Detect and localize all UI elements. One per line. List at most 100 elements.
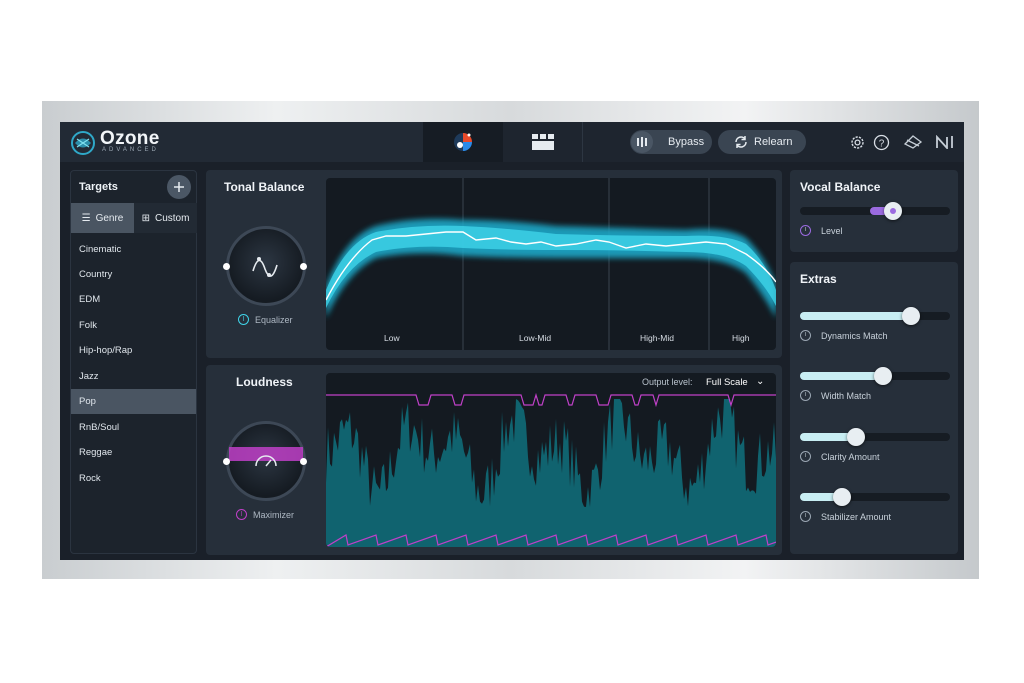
- targets-panel: Targets ☰ Genre ⊞ Custom Cinematic Count…: [70, 170, 197, 554]
- extras-slider-label: Width Match: [821, 390, 872, 401]
- vocal-level-label: Level: [821, 225, 843, 236]
- izotope-logo-icon: [903, 132, 923, 152]
- loudness-panel: Loudness ⏽ Maximizer Output level: Full …: [206, 365, 782, 555]
- waveform-svg: [326, 392, 776, 547]
- genre-label: Reggae: [79, 447, 113, 458]
- genre-item-folk[interactable]: Folk: [71, 313, 196, 338]
- maximizer-knob[interactable]: [226, 421, 306, 501]
- svg-text:?: ?: [878, 138, 884, 149]
- extras-slider-label: Stabilizer Amount: [821, 511, 892, 522]
- output-level-value[interactable]: Full Scale: [706, 377, 748, 388]
- vocal-level-toggle[interactable]: ⏽ Level: [800, 225, 843, 236]
- tab-genre-label: Genre: [95, 212, 124, 224]
- tab-genre[interactable]: ☰ Genre: [71, 203, 134, 233]
- assistant-tab[interactable]: [423, 122, 503, 162]
- relearn-label: Relearn: [754, 136, 793, 148]
- native-instruments-logo-icon: [934, 132, 958, 152]
- extras-slider-width-match[interactable]: [800, 367, 950, 385]
- extras-toggle-width-match[interactable]: ⏽ Width Match: [800, 390, 871, 401]
- slider-thumb[interactable]: [873, 367, 892, 385]
- modules-tab[interactable]: [503, 122, 583, 162]
- extras-panel: Extras ⏽ Dynamics Match ⏽ Width Match ⏽ Clari…: [790, 262, 958, 554]
- assistant-icon: [454, 133, 472, 151]
- gear-icon[interactable]: [847, 132, 867, 152]
- equalizer-toggle[interactable]: ⏽ Equalizer: [238, 314, 293, 325]
- bypass-icon: [631, 131, 653, 153]
- extras-toggle-clarity-amount[interactable]: ⏽ Clarity Amount: [800, 451, 880, 462]
- genre-item-edm[interactable]: EDM: [71, 287, 196, 312]
- power-icon: ⏽: [800, 225, 811, 236]
- genre-label: RnB/Soul: [79, 422, 120, 433]
- genre-item-country[interactable]: Country: [71, 262, 196, 287]
- extras-slider-clarity-amount[interactable]: [800, 428, 950, 446]
- tab-custom[interactable]: ⊞ Custom: [134, 203, 197, 233]
- knob-left-dot: [223, 263, 230, 270]
- power-icon: ⏽: [800, 330, 811, 341]
- slider-thumb[interactable]: [884, 202, 902, 220]
- tonal-balance-graph: Low Low-Mid High-Mid High: [326, 178, 776, 350]
- vocal-balance-panel: Vocal Balance ⏽ Level: [790, 170, 958, 252]
- tonal-curve-svg: [326, 178, 776, 350]
- relearn-button[interactable]: Relearn: [718, 130, 806, 154]
- help-icon[interactable]: ?: [871, 132, 891, 152]
- tab-custom-label: Custom: [154, 212, 190, 224]
- add-square-icon: ⊞: [141, 212, 150, 224]
- vocal-balance-title: Vocal Balance: [800, 180, 881, 194]
- tonal-balance-panel: Tonal Balance ⏽ Equalizer Low Low-Mid Hi…: [206, 170, 782, 358]
- extras-toggle-stabilizer-amount[interactable]: ⏽ Stabilizer Amount: [800, 511, 891, 522]
- app-subtitle: ADVANCED: [102, 147, 159, 153]
- band-high: High: [732, 333, 750, 343]
- genre-item-jazz[interactable]: Jazz: [71, 364, 196, 389]
- extras-slider-dynamics-match[interactable]: [800, 307, 950, 325]
- equalizer-label: Equalizer: [255, 314, 293, 325]
- vocal-level-slider[interactable]: [800, 202, 950, 220]
- targets-title: Targets: [79, 181, 118, 193]
- power-icon: ⏽: [800, 511, 811, 522]
- list-icon: ☰: [81, 212, 91, 224]
- extras-slider-label: Clarity Amount: [821, 451, 880, 462]
- knob-right-dot: [300, 458, 307, 465]
- genre-item-cinematic[interactable]: Cinematic: [71, 237, 196, 262]
- equalizer-knob[interactable]: [226, 226, 306, 306]
- slider-fill: [800, 312, 911, 320]
- maximizer-arc-svg: [229, 447, 303, 467]
- genre-item-rock[interactable]: Rock: [71, 466, 196, 491]
- genre-item-hiphop-rap[interactable]: Hip-hop/Rap: [71, 338, 196, 363]
- genre-label: Cinematic: [79, 244, 122, 255]
- genre-label: Jazz: [79, 371, 99, 382]
- band-low-mid: Low-Mid: [519, 333, 552, 343]
- genre-label: Pop: [79, 396, 96, 407]
- maximizer-toggle[interactable]: ⏽ Maximizer: [236, 509, 294, 520]
- slider-thumb[interactable]: [833, 488, 851, 506]
- genre-label: Folk: [79, 320, 97, 331]
- genre-label: Rock: [79, 473, 101, 484]
- band-low: Low: [384, 333, 400, 343]
- bypass-button[interactable]: Bypass: [630, 130, 712, 154]
- maximizer-label: Maximizer: [253, 509, 295, 520]
- ozone-window: Ozone ADVANCED Bypass Relearn ? Targets …: [60, 122, 964, 560]
- extras-slider-stabilizer-amount[interactable]: [800, 488, 950, 506]
- extras-toggle-dynamics-match[interactable]: ⏽ Dynamics Match: [800, 330, 888, 341]
- knob-left-dot: [223, 458, 230, 465]
- tonal-balance-title: Tonal Balance: [224, 180, 305, 194]
- output-level-label: Output level:: [642, 377, 693, 387]
- power-icon: ⏽: [238, 314, 249, 325]
- plus-icon: [174, 182, 184, 192]
- add-target-button[interactable]: [167, 175, 191, 199]
- genre-label: EDM: [79, 294, 101, 305]
- loudness-title: Loudness: [236, 375, 293, 389]
- modules-icon: [531, 134, 554, 150]
- genre-item-pop[interactable]: Pop: [71, 389, 196, 414]
- knob-right-dot: [300, 263, 307, 270]
- power-icon: ⏽: [236, 509, 247, 520]
- genre-item-reggae[interactable]: Reggae: [71, 440, 196, 465]
- eq-curve-icon: [252, 257, 278, 277]
- chevron-down-icon[interactable]: ⌄: [756, 376, 764, 387]
- top-bar: Ozone ADVANCED Bypass Relearn ?: [60, 122, 964, 162]
- slider-thumb[interactable]: [902, 307, 920, 325]
- logo-area: Ozone ADVANCED: [60, 122, 423, 162]
- genre-label: Country: [79, 269, 113, 280]
- band-high-mid: High-Mid: [640, 333, 675, 343]
- genre-item-rnb-soul[interactable]: RnB/Soul: [71, 415, 196, 440]
- slider-thumb[interactable]: [846, 428, 865, 446]
